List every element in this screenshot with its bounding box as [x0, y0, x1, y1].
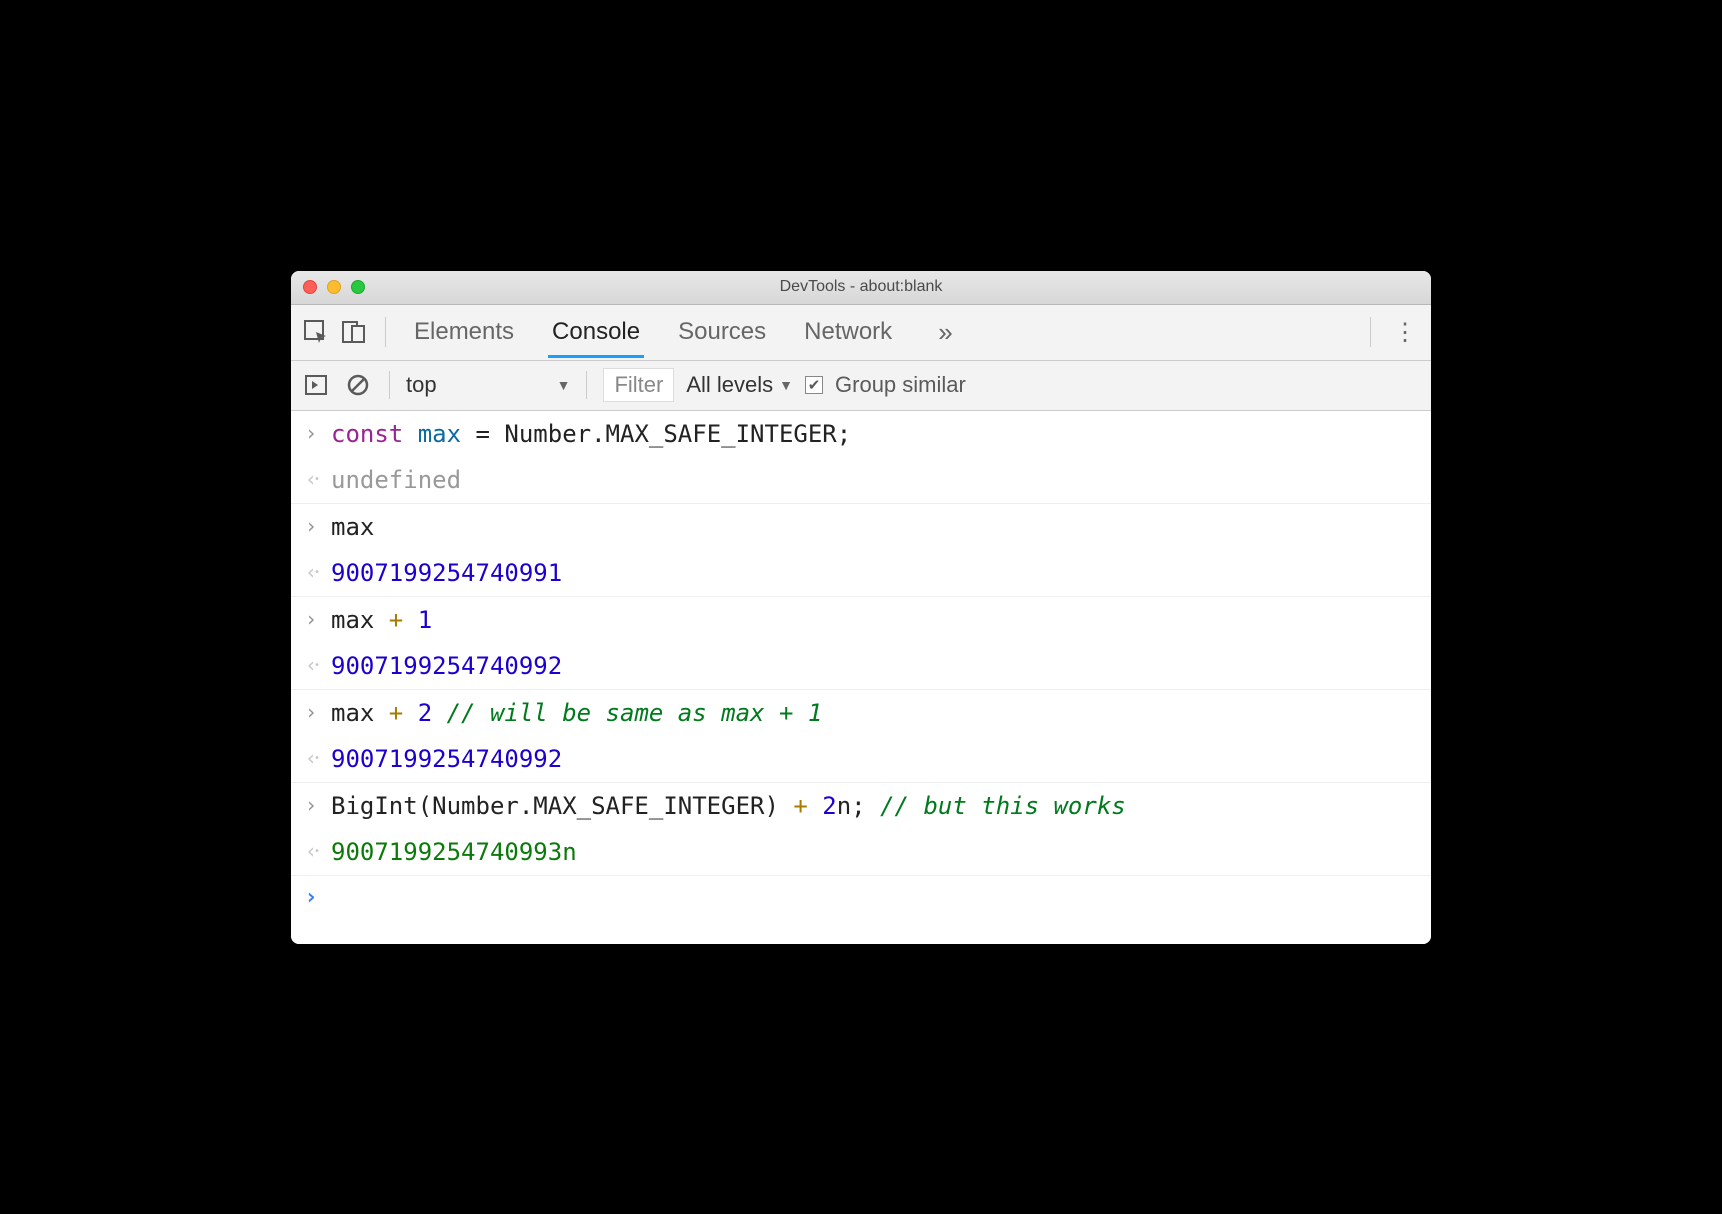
settings-menu-icon[interactable]: ⋮	[1387, 318, 1421, 347]
tab-elements[interactable]: Elements	[410, 306, 518, 358]
group-similar-label: Group similar	[835, 372, 966, 398]
console-input-row: ›const max = Number.MAX_SAFE_INTEGER;	[291, 411, 1431, 457]
chevron-down-icon: ▼	[779, 377, 793, 393]
console-input-row: ›max	[291, 504, 1431, 550]
tab-sources[interactable]: Sources	[674, 306, 770, 358]
input-chevron-icon: ›	[297, 419, 325, 447]
console-toolbar: top ▼ Filter All levels ▼ ✔ Group simila…	[291, 361, 1431, 411]
tab-console[interactable]: Console	[548, 306, 644, 358]
output-chevron-icon: ‹•	[297, 837, 325, 865]
output-chevron-icon: ‹•	[297, 744, 325, 772]
tab-network[interactable]: Network	[800, 306, 896, 358]
context-selector[interactable]: top ▼	[406, 372, 570, 398]
divider	[385, 317, 386, 347]
code-line: max + 2 // will be same as max + 1	[331, 698, 822, 728]
input-chevron-icon: ›	[297, 605, 325, 633]
code-line: 9007199254740992	[331, 744, 562, 774]
output-chevron-icon: ‹•	[297, 651, 325, 679]
console-output-row: ‹•9007199254740992	[291, 736, 1431, 783]
minimize-icon[interactable]	[327, 280, 341, 294]
window-controls	[303, 280, 365, 294]
output-chevron-icon: ‹•	[297, 558, 325, 586]
panel-tabs: Elements Console Sources Network »	[410, 306, 1354, 358]
console-output-row: ‹•9007199254740991	[291, 550, 1431, 597]
inspect-element-icon[interactable]	[301, 317, 331, 347]
output-chevron-icon: ‹•	[297, 465, 325, 493]
console-input-row: ›max + 2 // will be same as max + 1	[291, 690, 1431, 736]
device-toolbar-icon[interactable]	[339, 317, 369, 347]
code-line: undefined	[331, 465, 461, 495]
divider	[586, 371, 587, 399]
code-line: max	[331, 512, 374, 542]
chevron-down-icon: ▼	[557, 377, 571, 393]
prompt-chevron-icon: ›	[297, 884, 325, 912]
close-icon[interactable]	[303, 280, 317, 294]
tabs-overflow-icon[interactable]: »	[938, 317, 952, 348]
main-toolbar: Elements Console Sources Network » ⋮	[291, 305, 1431, 361]
input-chevron-icon: ›	[297, 512, 325, 540]
code-line: 9007199254740993n	[331, 837, 577, 867]
log-levels-selector[interactable]: All levels ▼	[686, 372, 793, 398]
console-output-row: ‹•9007199254740993n	[291, 829, 1431, 876]
context-label: top	[406, 372, 437, 398]
divider	[389, 371, 390, 399]
zoom-icon[interactable]	[351, 280, 365, 294]
console-output[interactable]: ›const max = Number.MAX_SAFE_INTEGER;‹•u…	[291, 411, 1431, 944]
levels-label: All levels	[686, 372, 773, 398]
divider	[1370, 317, 1371, 347]
console-input-row: ›max + 1	[291, 597, 1431, 643]
code-line: 9007199254740991	[331, 558, 562, 588]
console-output-row: ‹•undefined	[291, 457, 1431, 504]
toggle-sidebar-icon[interactable]	[301, 370, 331, 400]
code-line: const max = Number.MAX_SAFE_INTEGER;	[331, 419, 851, 449]
code-line: BigInt(Number.MAX_SAFE_INTEGER) + 2n; //…	[331, 791, 1126, 821]
console-input-row: ›BigInt(Number.MAX_SAFE_INTEGER) + 2n; /…	[291, 783, 1431, 829]
console-output-row: ‹•9007199254740992	[291, 643, 1431, 690]
input-chevron-icon: ›	[297, 791, 325, 819]
code-line: max + 1	[331, 605, 432, 635]
console-prompt-row[interactable]: ›	[291, 876, 1431, 922]
filter-input[interactable]: Filter	[603, 368, 674, 402]
input-chevron-icon: ›	[297, 698, 325, 726]
group-similar-checkbox[interactable]: ✔	[805, 376, 823, 394]
devtools-window: DevTools - about:blank Elements Console …	[291, 271, 1431, 944]
titlebar: DevTools - about:blank	[291, 271, 1431, 305]
clear-console-icon[interactable]	[343, 370, 373, 400]
console-input[interactable]	[331, 884, 345, 914]
code-line: 9007199254740992	[331, 651, 562, 681]
window-title: DevTools - about:blank	[780, 278, 943, 296]
